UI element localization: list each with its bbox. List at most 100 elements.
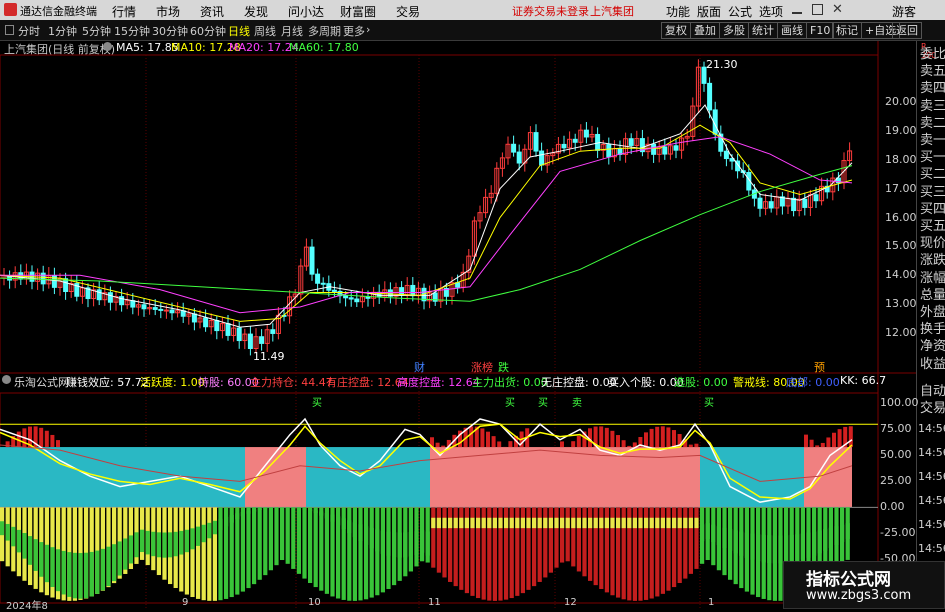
panel-auto[interactable]: 自动: [920, 384, 945, 399]
date-label: 10: [308, 597, 321, 608]
panel-item[interactable]: 涨跌: [920, 253, 945, 268]
marker-drop[interactable]: 跌: [498, 359, 509, 375]
panel-trade[interactable]: 交易: [920, 401, 945, 416]
tab-period-60min[interactable]: 60分钟: [190, 23, 226, 39]
candle-body: [260, 337, 264, 344]
panel-item[interactable]: 收益: [920, 357, 945, 372]
back-button[interactable]: 返回: [892, 22, 922, 39]
layout-icon[interactable]: [5, 25, 14, 35]
flow-bar-inner: [722, 528, 726, 548]
panel-item[interactable]: 卖三: [920, 99, 945, 114]
minimize-icon[interactable]: [792, 4, 802, 14]
indicator-axis-label: -25.00: [880, 526, 915, 539]
flow-bar-inner: [218, 519, 222, 530]
panel-item[interactable]: 委比: [920, 47, 945, 62]
panel-item[interactable]: 卖一: [920, 133, 945, 148]
menu-quotes[interactable]: 行情: [112, 3, 136, 20]
signal-label: 买: [505, 394, 515, 409]
candle-body: [758, 198, 762, 208]
close-icon[interactable]: ✕: [832, 2, 843, 17]
menu-options[interactable]: 选项: [759, 3, 783, 20]
marker-finance[interactable]: 财: [414, 359, 425, 375]
menu-ask[interactable]: 问小达: [288, 3, 324, 20]
panel-item[interactable]: 卖五: [920, 64, 945, 79]
flow-bar-inner: [459, 518, 463, 528]
menu-function[interactable]: 功能: [666, 3, 690, 20]
flow-bar-inner: [330, 515, 334, 522]
marker-forecast[interactable]: 预: [814, 359, 825, 375]
tab-period-5min[interactable]: 5分钟: [82, 23, 111, 39]
flow-bar: [202, 507, 206, 600]
flow-bar-inner: [666, 518, 670, 528]
login-warning[interactable]: 证券交易未登录: [512, 3, 589, 19]
restore-rights-button[interactable]: 复权: [661, 22, 691, 39]
panel-item[interactable]: 现价: [920, 236, 945, 251]
period-toolbar: 分时 1分钟 5分钟 15分钟 30分钟 60分钟 日线 周线 月线 多周期 更…: [0, 20, 945, 41]
menu-trade[interactable]: 交易: [396, 3, 420, 20]
panel-item[interactable]: 买一: [920, 150, 945, 165]
panel-item[interactable]: 买二: [920, 167, 945, 182]
flow-bar-inner: [498, 518, 502, 528]
panel-item[interactable]: 涨幅: [920, 271, 945, 286]
panel-item[interactable]: 总量: [920, 288, 945, 303]
candle-body: [512, 144, 516, 152]
flow-bar-inner: [599, 518, 603, 528]
price-axis-label: 15.00: [885, 239, 917, 252]
flow-bar-inner: [750, 534, 754, 560]
chart-canvas[interactable]: [0, 41, 916, 609]
more-chevron-icon[interactable]: ›: [366, 23, 370, 36]
flow-bar-inner: [431, 518, 435, 528]
indicator-axis-label: 75.00: [880, 422, 912, 435]
menu-discover[interactable]: 发现: [244, 3, 268, 20]
tab-period-multi[interactable]: 多周期: [308, 23, 341, 39]
flow-bar-inner: [437, 518, 441, 528]
panel-item[interactable]: 买三: [920, 185, 945, 200]
indicator-settings-icon[interactable]: [2, 375, 11, 384]
tab-period-daily[interactable]: 日线: [228, 23, 250, 39]
mark-button[interactable]: 标记: [832, 22, 862, 39]
panel-item[interactable]: 买五: [920, 219, 945, 234]
flow-bar-inner: [224, 517, 228, 526]
candle-body: [237, 328, 241, 340]
menu-news[interactable]: 资讯: [200, 3, 224, 20]
watermark-url: www.zbgs3.com: [806, 588, 911, 603]
draw-line-button[interactable]: 画线: [777, 22, 807, 39]
tab-period-weekly[interactable]: 周线: [254, 23, 276, 39]
panel-item[interactable]: 外盘: [920, 305, 945, 320]
panel-time: 14:56: [918, 446, 945, 459]
overlay-button[interactable]: 叠加: [690, 22, 720, 39]
tab-period-more[interactable]: 更多: [343, 23, 365, 39]
menu-layout[interactable]: 版面: [697, 3, 721, 20]
panel-time: 14:56: [918, 542, 945, 555]
price-axis-label: 13.00: [885, 297, 917, 310]
panel-item[interactable]: 买四: [920, 202, 945, 217]
statistics-button[interactable]: 统计: [748, 22, 778, 39]
flow-bar-inner: [622, 518, 626, 528]
menu-market[interactable]: 市场: [156, 3, 180, 20]
tab-period-15min[interactable]: 15分钟: [114, 23, 150, 39]
menu-formula[interactable]: 公式: [728, 3, 752, 20]
flow-bar-inner: [241, 512, 245, 516]
multi-stock-button[interactable]: 多股: [719, 22, 749, 39]
price-frame: [0, 55, 878, 373]
candle-body: [562, 144, 566, 147]
candle-body: [226, 324, 230, 336]
flow-bar-inner: [398, 533, 402, 558]
date-label: 9: [182, 597, 188, 608]
menu-wealth[interactable]: 财富圈: [340, 3, 376, 20]
peak-bar: [50, 435, 54, 447]
guest-label[interactable]: 游客: [892, 3, 916, 20]
panel-item[interactable]: 净资: [920, 339, 945, 354]
flow-bar-inner: [95, 551, 99, 594]
flow-bar-inner: [678, 518, 682, 528]
tab-period-intraday[interactable]: 分时: [18, 23, 40, 39]
panel-item[interactable]: 卖二: [920, 116, 945, 131]
f10-button[interactable]: F10: [806, 22, 834, 39]
tab-period-1min[interactable]: 1分钟: [48, 23, 77, 39]
tab-period-30min[interactable]: 30分钟: [152, 23, 188, 39]
panel-item[interactable]: 卖四: [920, 81, 945, 96]
maximize-icon[interactable]: [812, 4, 823, 15]
marker-limit-up[interactable]: 涨榜: [471, 359, 493, 375]
panel-item[interactable]: 换手: [920, 322, 945, 337]
tab-period-monthly[interactable]: 月线: [281, 23, 303, 39]
